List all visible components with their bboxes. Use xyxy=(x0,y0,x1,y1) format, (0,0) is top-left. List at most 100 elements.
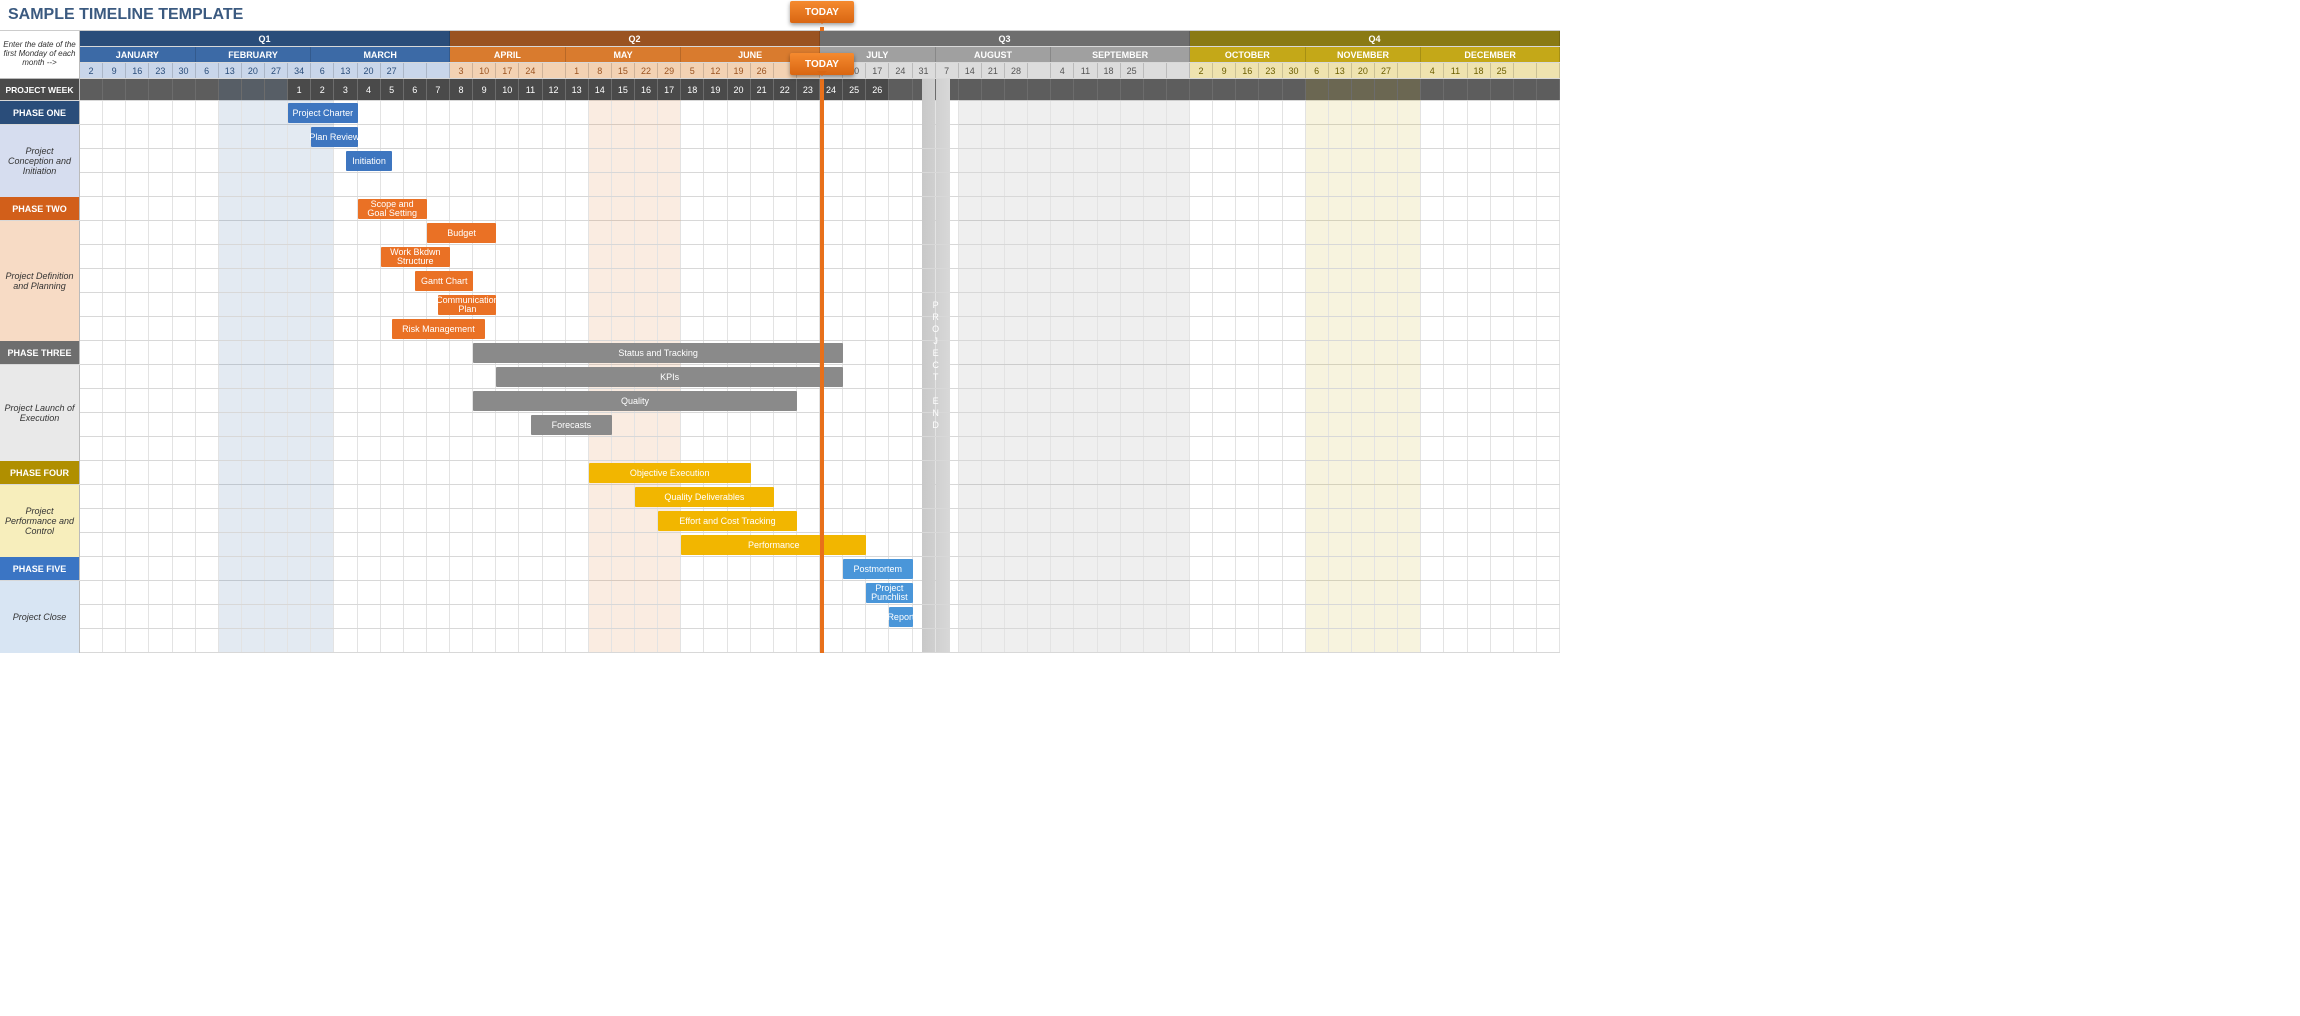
header-cell: 5 xyxy=(681,63,704,78)
project-week-cell: 13 xyxy=(566,79,589,100)
header-cell: 19 xyxy=(728,63,751,78)
header-cell: 1 xyxy=(566,63,589,78)
project-week-cell: 15 xyxy=(612,79,635,100)
project-week-cell xyxy=(1283,79,1306,100)
header-cell: Q1 xyxy=(80,31,450,46)
header-cell: 25 xyxy=(1491,63,1514,78)
project-week-cell: 17 xyxy=(658,79,681,100)
phase-desc: Project Close xyxy=(0,581,80,653)
header-cell: 24 xyxy=(889,63,912,78)
project-week-cell xyxy=(196,79,219,100)
header-cell: 6 xyxy=(1306,63,1329,78)
header-cell: MARCH xyxy=(311,47,450,62)
project-week-cell xyxy=(1144,79,1167,100)
project-week-cell: 16 xyxy=(635,79,658,100)
task-bar[interactable]: Quality Deliverables xyxy=(635,487,774,507)
project-week-cell: 18 xyxy=(681,79,704,100)
project-week-cell xyxy=(1005,79,1028,100)
project-week-cell xyxy=(265,79,288,100)
header-cell: 16 xyxy=(1236,63,1259,78)
header-cell: 27 xyxy=(265,63,288,78)
task-bar[interactable]: Plan Review xyxy=(311,127,357,147)
project-week-cell: 24 xyxy=(820,79,843,100)
task-bar[interactable]: Project Charter xyxy=(288,103,357,123)
header-cell: 23 xyxy=(149,63,172,78)
phase-desc: Project Conception and Initiation xyxy=(0,125,80,197)
header-cell: NOVEMBER xyxy=(1306,47,1422,62)
project-week-cell xyxy=(219,79,242,100)
project-week-cell: 2 xyxy=(311,79,334,100)
header-cell: DECEMBER xyxy=(1421,47,1560,62)
date-header-row: 2916233061320273461320273101724181522295… xyxy=(80,63,1560,78)
header-cell xyxy=(1144,63,1167,78)
header-cell: FEBRUARY xyxy=(196,47,312,62)
header-cell: 18 xyxy=(1468,63,1491,78)
header-cell: 22 xyxy=(635,63,658,78)
project-week-cell xyxy=(1121,79,1144,100)
header-cell: 26 xyxy=(751,63,774,78)
header-cell: 12 xyxy=(704,63,727,78)
project-week-cell xyxy=(1236,79,1259,100)
project-week-cell xyxy=(1421,79,1444,100)
task-bar[interactable]: Objective Execution xyxy=(589,463,751,483)
header-cell: 3 xyxy=(450,63,473,78)
task-bar[interactable]: Report xyxy=(889,607,912,627)
project-week-cell xyxy=(149,79,172,100)
header-cell: 13 xyxy=(219,63,242,78)
header-cell: 24 xyxy=(519,63,542,78)
phase-header: PHASE TWO xyxy=(0,197,80,220)
project-week-cell xyxy=(80,79,103,100)
header-cell: MAY xyxy=(566,47,682,62)
header-cell: 2 xyxy=(80,63,103,78)
header-cell: 20 xyxy=(1352,63,1375,78)
project-week-cell: 8 xyxy=(450,79,473,100)
header-cell: 4 xyxy=(1051,63,1074,78)
task-bar[interactable]: Status and Tracking xyxy=(473,343,843,363)
project-week-cell: 14 xyxy=(589,79,612,100)
today-flag: TODAY xyxy=(790,1,854,23)
project-week-cell: 20 xyxy=(728,79,751,100)
project-week-cell xyxy=(1074,79,1097,100)
project-week-cell xyxy=(126,79,149,100)
header-cell: JANUARY xyxy=(80,47,196,62)
task-bar[interactable]: Communication Plan xyxy=(438,295,496,315)
header-cell: 17 xyxy=(866,63,889,78)
project-week-label: PROJECT WEEK xyxy=(0,79,80,100)
header-cell: 28 xyxy=(1005,63,1028,78)
header-cell xyxy=(427,63,450,78)
phase-header: PHASE ONE xyxy=(0,101,80,124)
task-bar[interactable]: Budget xyxy=(427,223,496,243)
header-cell: SEPTEMBER xyxy=(1051,47,1190,62)
header-cell: 34 xyxy=(288,63,311,78)
header-cell: 6 xyxy=(196,63,219,78)
project-week-cell xyxy=(1028,79,1051,100)
task-bar[interactable]: KPIs xyxy=(496,367,843,387)
side-note: Enter the date of the first Monday of ea… xyxy=(0,31,80,79)
header-cell: 11 xyxy=(1444,63,1467,78)
task-bar[interactable]: Risk Management xyxy=(392,319,485,339)
project-week-cell xyxy=(1190,79,1213,100)
task-bar[interactable]: Performance xyxy=(681,535,866,555)
task-bar[interactable]: Gantt Chart xyxy=(415,271,473,291)
project-week-cell: 26 xyxy=(866,79,889,100)
task-bar[interactable]: Quality xyxy=(473,391,797,411)
task-bar[interactable]: Scope and Goal Setting xyxy=(358,199,427,219)
task-bar[interactable]: Work Bkdwn Structure xyxy=(381,247,450,267)
project-week-cell xyxy=(889,79,912,100)
project-week-cell: 11 xyxy=(519,79,542,100)
phase-desc: Project Performance and Control xyxy=(0,485,80,557)
task-bar[interactable]: Forecasts xyxy=(531,415,612,435)
project-week-cell xyxy=(1167,79,1190,100)
project-week-cell xyxy=(173,79,196,100)
project-week-cell: 23 xyxy=(797,79,820,100)
phase-header: PHASE FOUR xyxy=(0,461,80,484)
task-bar[interactable]: Project Punchlist xyxy=(866,583,912,603)
task-bar[interactable]: Initiation xyxy=(346,151,392,171)
task-bar[interactable]: Effort and Cost Tracking xyxy=(658,511,797,531)
header-cell: 27 xyxy=(381,63,404,78)
phase-desc: Project Launch of Execution xyxy=(0,365,80,461)
header-cell: 13 xyxy=(334,63,357,78)
project-week-cell xyxy=(1468,79,1491,100)
header-cell: Q3 xyxy=(820,31,1190,46)
task-bar[interactable]: Postmortem xyxy=(843,559,912,579)
